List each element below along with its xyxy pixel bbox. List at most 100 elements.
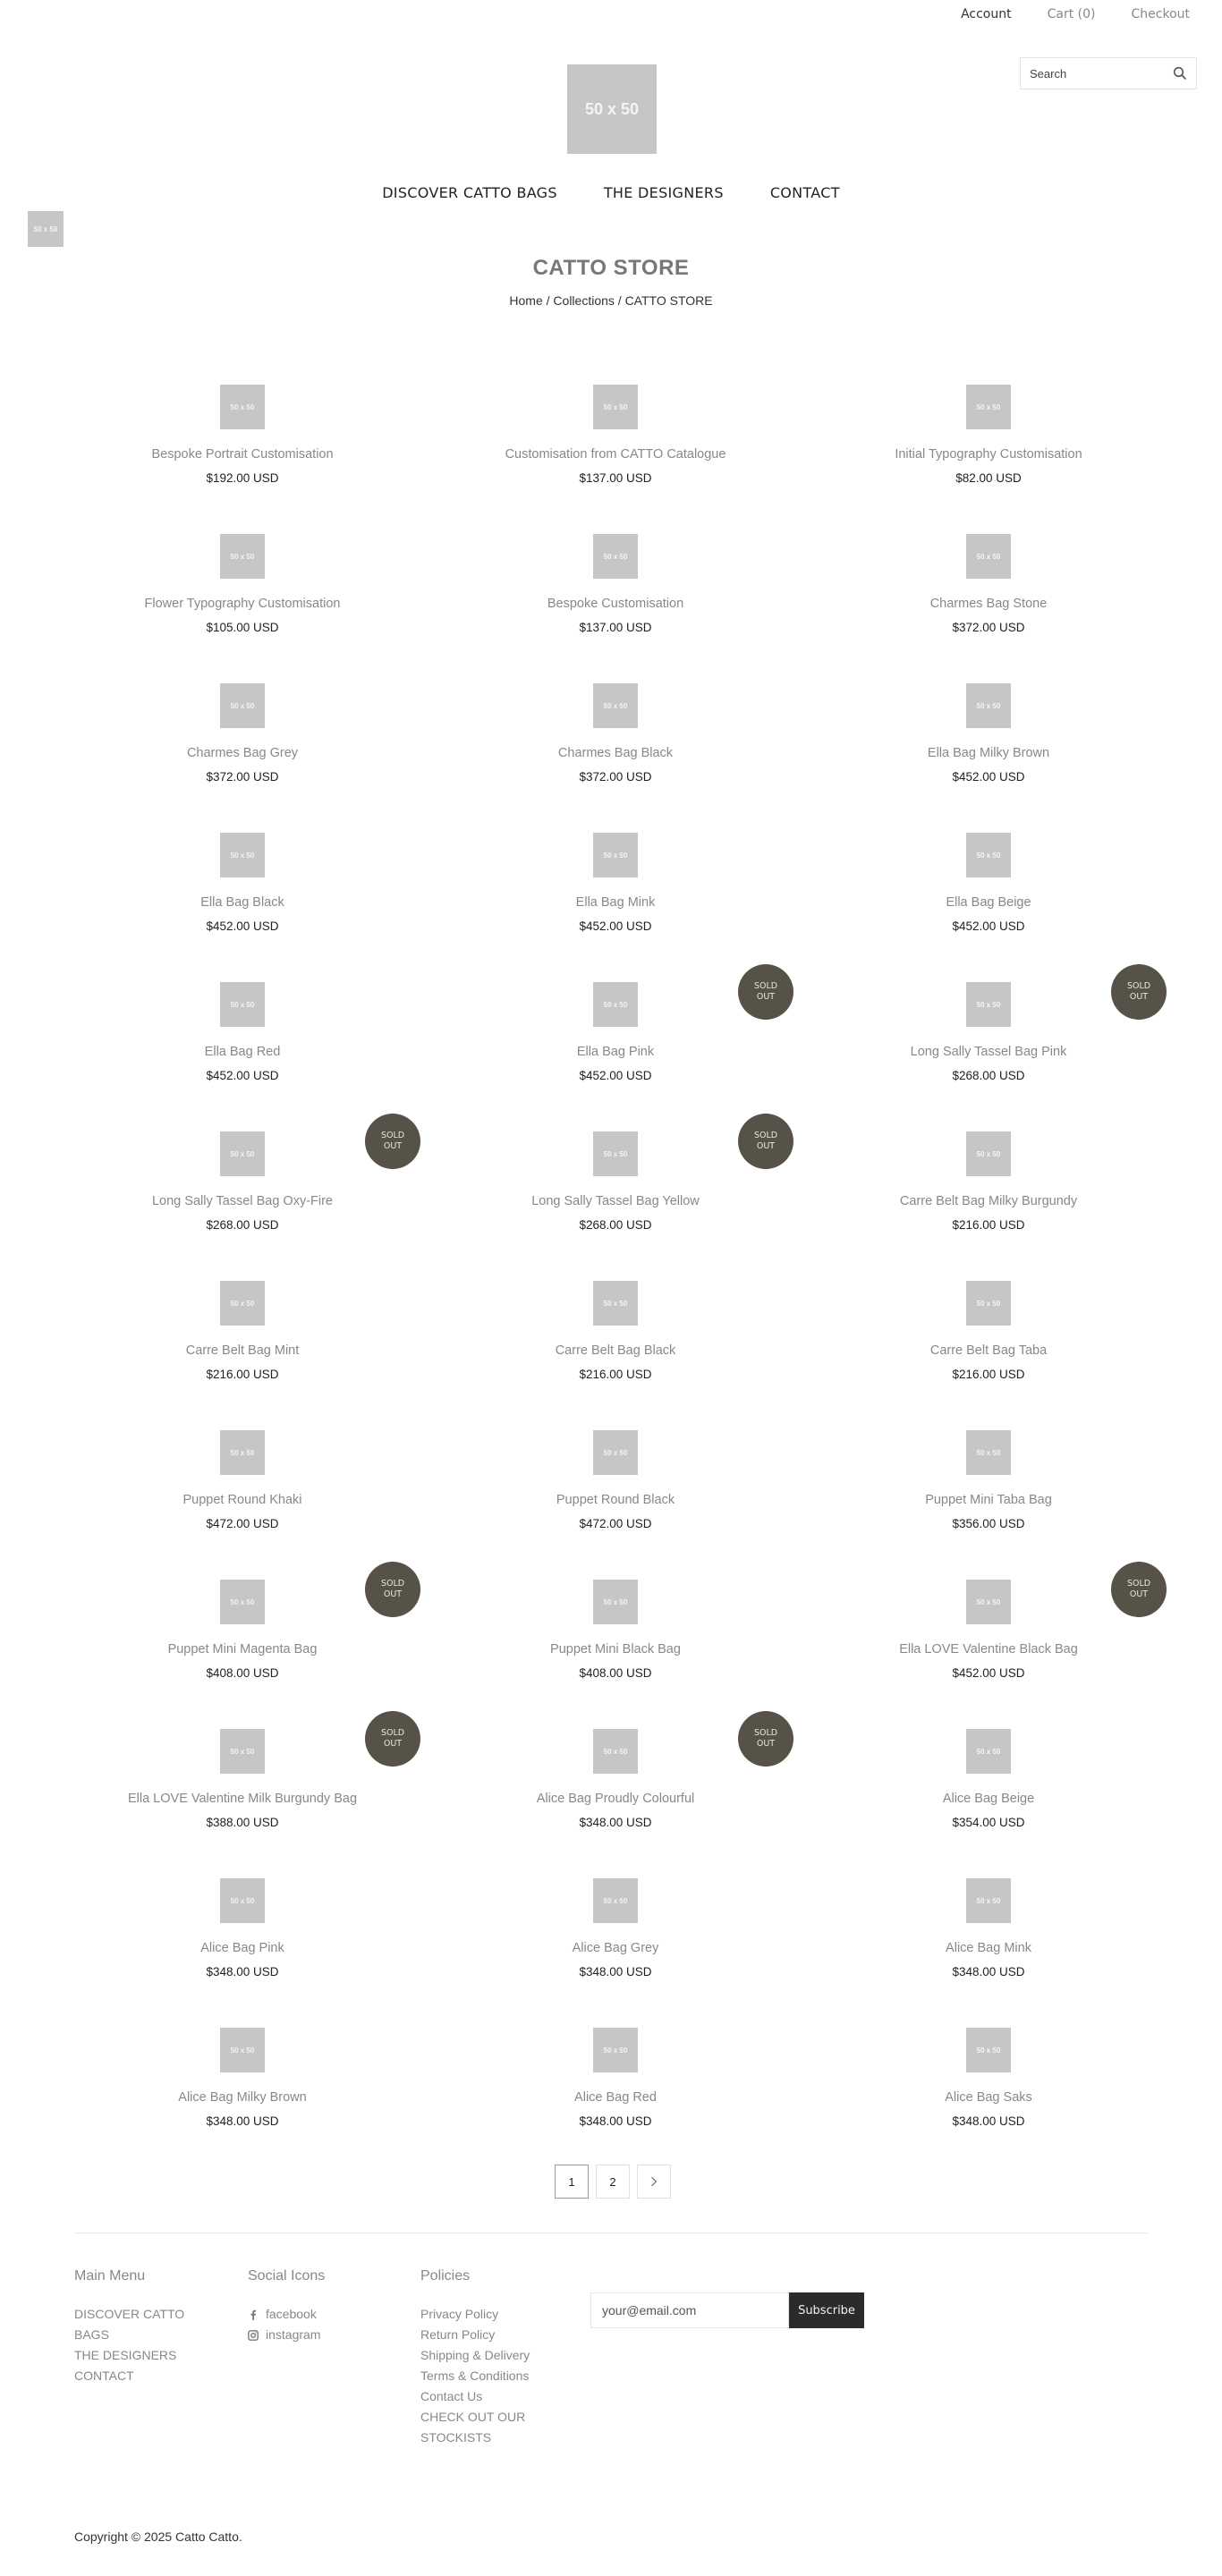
product-card[interactable]: 50 x 50 Flower Typography Customisation $1…	[64, 516, 421, 634]
product-image[interactable]: 50 x 50	[966, 1580, 1011, 1624]
product-card[interactable]: 50 x 50 Charmes Bag Stone $372.00 USD	[810, 516, 1167, 634]
subscribe-button[interactable]: Subscribe	[789, 2292, 864, 2328]
product-image[interactable]: 50 x 50	[220, 833, 265, 877]
product-name[interactable]: Ella Bag Milky Brown	[810, 746, 1167, 760]
product-card[interactable]: 50 x 50 Alice Bag Saks $348.00 USD	[810, 2010, 1167, 2128]
product-name[interactable]: Charmes Bag Stone	[810, 597, 1167, 611]
footer-link-stockists[interactable]: CHECK OUT OUR STOCKISTS	[420, 2407, 555, 2448]
breadcrumb[interactable]: Home / Collections / CATTO STORE	[0, 293, 1222, 308]
product-image[interactable]: 50 x 50	[966, 534, 1011, 579]
product-image[interactable]: 50 x 50	[593, 1281, 638, 1326]
newsletter-email-input[interactable]	[590, 2292, 789, 2328]
page-2-button[interactable]: 2	[596, 2165, 630, 2199]
product-image[interactable]: 50 x 50	[220, 982, 265, 1027]
checkout-link[interactable]: Checkout	[1132, 7, 1191, 21]
product-image[interactable]: 50 x 50	[220, 1430, 265, 1475]
product-card[interactable]: 50 x 50 Ella Bag Red $452.00 USD	[64, 964, 421, 1082]
product-card[interactable]: 50 x 50 Initial Typography Customisation $…	[810, 367, 1167, 485]
product-image[interactable]: 50 x 50	[966, 1729, 1011, 1774]
store-logo[interactable]: 50 x 50	[567, 64, 657, 154]
product-card[interactable]: 50 x 50 Charmes Bag Black $372.00 USD	[437, 665, 794, 784]
product-name[interactable]: Ella LOVE Valentine Milk Burgundy Bag	[64, 1792, 421, 1806]
footer-link-return[interactable]: Return Policy	[420, 2325, 555, 2345]
product-card[interactable]: 50 x 50 Carre Belt Bag Milky Burgundy $216…	[810, 1114, 1167, 1232]
product-image[interactable]: 50 x 50	[593, 982, 638, 1027]
product-name[interactable]: Puppet Mini Black Bag	[437, 1642, 794, 1657]
product-card[interactable]: 50 x 50 Carre Belt Bag Black $216.00 USD	[437, 1263, 794, 1381]
product-name[interactable]: Carre Belt Bag Black	[437, 1343, 794, 1358]
product-card[interactable]: 50 x 50 Bespoke Portrait Customisation $19…	[64, 367, 421, 485]
product-card[interactable]: 50 x 50 Alice Bag Pink $348.00 USD	[64, 1860, 421, 1979]
account-link[interactable]: Account	[961, 7, 1012, 21]
footer-link-terms[interactable]: Terms & Conditions	[420, 2366, 555, 2386]
product-image[interactable]: 50 x 50	[966, 2028, 1011, 2072]
product-image[interactable]: 50 x 50	[593, 683, 638, 728]
product-name[interactable]: Carre Belt Bag Mint	[64, 1343, 421, 1358]
product-image[interactable]: 50 x 50	[966, 1281, 1011, 1326]
product-name[interactable]: Alice Bag Milky Brown	[64, 2090, 421, 2105]
footer-link-instagram[interactable]: instagram	[248, 2325, 382, 2345]
product-image[interactable]: 50 x 50	[220, 1729, 265, 1774]
product-name[interactable]: Ella Bag Black	[64, 895, 421, 910]
product-card[interactable]: 50 x 50 Customisation from CATTO Catalogu…	[437, 367, 794, 485]
product-card[interactable]: 50 x 50 Ella Bag Mink $452.00 USD	[437, 815, 794, 933]
product-name[interactable]: Puppet Mini Magenta Bag	[64, 1642, 421, 1657]
product-name[interactable]: Flower Typography Customisation	[64, 597, 421, 611]
nav-item-discover[interactable]: DISCOVER CATTO BAGS	[382, 184, 557, 201]
footer-link-contact-us[interactable]: Contact Us	[420, 2386, 555, 2407]
next-page-button[interactable]	[637, 2165, 671, 2199]
product-name[interactable]: Carre Belt Bag Taba	[810, 1343, 1167, 1358]
product-image[interactable]: 50 x 50	[593, 1430, 638, 1475]
footer-link-contact[interactable]: CONTACT	[74, 2366, 199, 2386]
product-card[interactable]: 50 x 50 Alice Bag Beige $354.00 USD	[810, 1711, 1167, 1829]
search-icon[interactable]	[1173, 66, 1187, 80]
product-name[interactable]: Long Sally Tassel Bag Yellow	[437, 1194, 794, 1208]
product-image[interactable]: 50 x 50	[220, 2028, 265, 2072]
product-name[interactable]: Puppet Mini Taba Bag	[810, 1493, 1167, 1507]
product-image[interactable]: 50 x 50	[593, 1131, 638, 1176]
nav-item-designers[interactable]: THE DESIGNERS	[604, 184, 724, 201]
product-image[interactable]: 50 x 50	[220, 1878, 265, 1923]
footer-link-discover[interactable]: DISCOVER CATTO BAGS	[74, 2304, 199, 2345]
product-image[interactable]: 50 x 50	[966, 683, 1011, 728]
product-name[interactable]: Alice Bag Proudly Colourful	[437, 1792, 794, 1806]
product-image[interactable]: 50 x 50	[220, 385, 265, 429]
product-image[interactable]: 50 x 50	[220, 1131, 265, 1176]
product-card[interactable]: 50 x 50 Puppet Round Khaki $472.00 USD	[64, 1412, 421, 1530]
product-name[interactable]: Carre Belt Bag Milky Burgundy	[810, 1194, 1167, 1208]
product-image[interactable]: 50 x 50	[966, 982, 1011, 1027]
product-name[interactable]: Ella Bag Beige	[810, 895, 1167, 910]
footer-link-privacy[interactable]: Privacy Policy	[420, 2304, 555, 2325]
product-name[interactable]: Initial Typography Customisation	[810, 447, 1167, 462]
page-1-button[interactable]: 1	[555, 2165, 589, 2199]
product-card[interactable]: 50 x 50 Alice Bag Grey $348.00 USD	[437, 1860, 794, 1979]
product-card[interactable]: 50 x 50 Puppet Mini Taba Bag $356.00 USD	[810, 1412, 1167, 1530]
product-name[interactable]: Bespoke Portrait Customisation	[64, 447, 421, 462]
cart-link[interactable]: Cart (0)	[1048, 7, 1096, 21]
product-name[interactable]: Puppet Round Black	[437, 1493, 794, 1507]
product-name[interactable]: Alice Bag Beige	[810, 1792, 1167, 1806]
product-image[interactable]: 50 x 50	[593, 1580, 638, 1624]
product-image[interactable]: 50 x 50	[593, 534, 638, 579]
footer-link-designers[interactable]: THE DESIGNERS	[74, 2345, 199, 2366]
product-name[interactable]: Ella LOVE Valentine Black Bag	[810, 1642, 1167, 1657]
product-name[interactable]: Alice Bag Mink	[810, 1941, 1167, 1955]
product-image[interactable]: 50 x 50	[593, 833, 638, 877]
product-name[interactable]: Alice Bag Pink	[64, 1941, 421, 1955]
product-image[interactable]: 50 x 50	[593, 1729, 638, 1774]
product-image[interactable]: 50 x 50	[593, 1878, 638, 1923]
product-image[interactable]: 50 x 50	[593, 385, 638, 429]
product-name[interactable]: Alice Bag Grey	[437, 1941, 794, 1955]
product-card[interactable]: 50 x 50 Ella Bag Milky Brown $452.00 USD	[810, 665, 1167, 784]
footer-link-facebook[interactable]: facebook	[248, 2304, 382, 2325]
search-input[interactable]	[1030, 66, 1164, 80]
product-card[interactable]: 50 x 50 Bespoke Customisation $137.00 USD	[437, 516, 794, 634]
product-image[interactable]: 50 x 50	[966, 1878, 1011, 1923]
product-name[interactable]: Long Sally Tassel Bag Pink	[810, 1045, 1167, 1059]
product-image[interactable]: 50 x 50	[220, 683, 265, 728]
product-card[interactable]: 50 x 50 Alice Bag Red $348.00 USD	[437, 2010, 794, 2128]
product-name[interactable]: Bespoke Customisation	[437, 597, 794, 611]
product-name[interactable]: Long Sally Tassel Bag Oxy-Fire	[64, 1194, 421, 1208]
product-image[interactable]: 50 x 50	[966, 1430, 1011, 1475]
product-card[interactable]: 50 x 50 Ella Bag Black $452.00 USD	[64, 815, 421, 933]
